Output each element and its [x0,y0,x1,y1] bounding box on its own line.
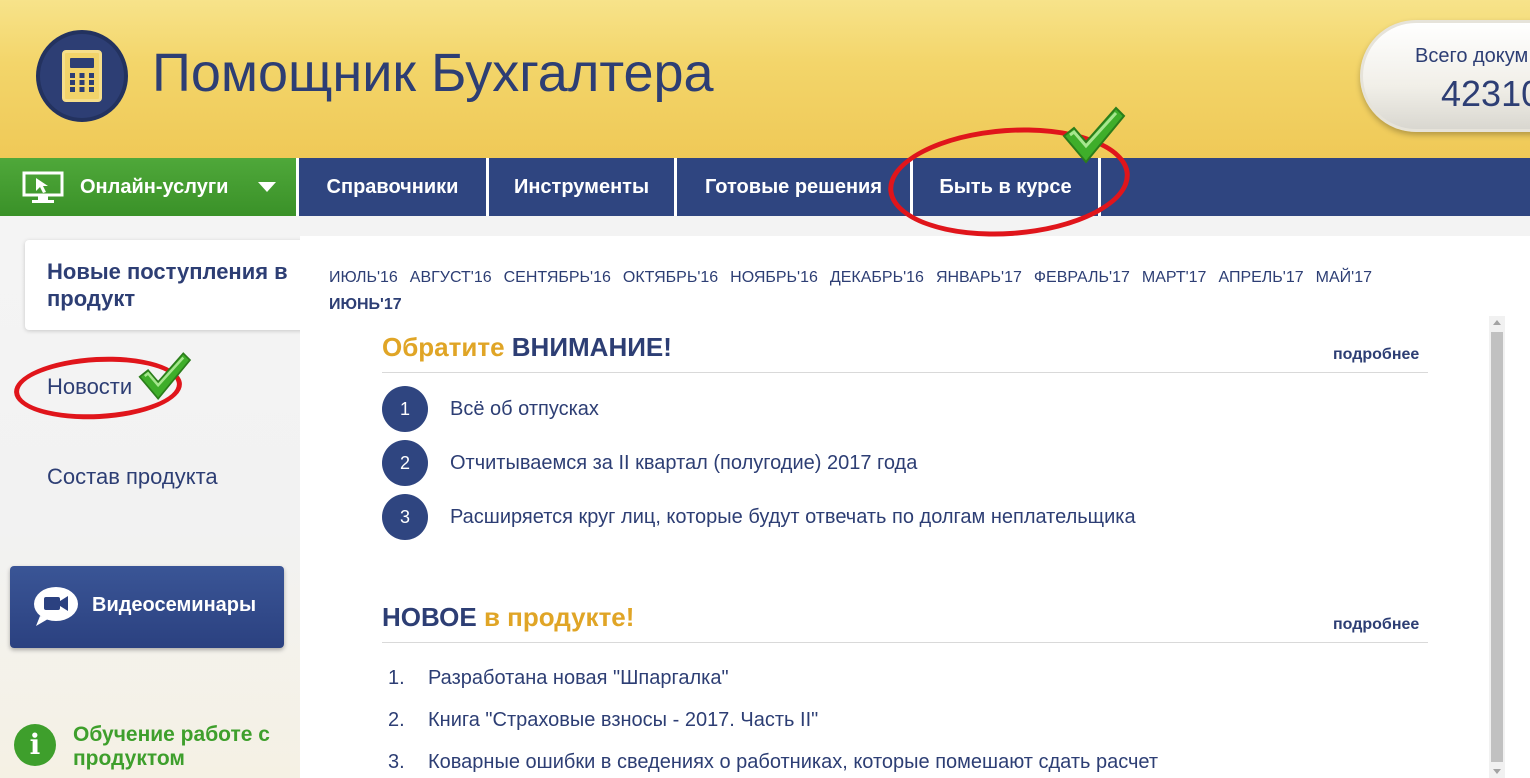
month-tab[interactable]: ФЕВРАЛЬ'17 [1034,264,1130,291]
month-tabs: ИЮЛЬ'16 АВГУСТ'16 СЕНТЯБРЬ'16 ОКТЯБРЬ'16 НОЯ… [329,264,1429,318]
new-item-link[interactable]: Коварные ошибки в сведениях о работниках… [428,751,1158,774]
sidebar-item-new-arrivals[interactable]: Новые поступления в продукт [25,240,305,330]
new-more-link[interactable]: подробнее [1333,616,1419,634]
month-tab[interactable]: ДЕКАБРЬ'16 [830,264,924,291]
number-badge: 3 [382,494,428,540]
new-item-link[interactable]: Разработана новая "Шпаргалка" [428,667,729,690]
document-counter: Всего докум 42310 [1360,20,1530,132]
divider [382,642,1428,643]
calculator-logo-icon[interactable] [36,30,128,122]
month-tab[interactable]: МАЙ'17 [1316,264,1372,291]
new-title-part1: НОВОЕ [382,602,477,632]
attention-item-link[interactable]: Расширяется круг лиц, которые будут отве… [450,506,1136,529]
month-tab[interactable]: ИЮЛЬ'16 [329,264,398,291]
list-number: 1. [388,667,405,689]
attention-more-link[interactable]: подробнее [1333,346,1419,364]
attention-title-part1: Обратите [382,332,505,362]
nav-online-services[interactable]: Онлайн-услуги [0,158,299,216]
attention-item-link[interactable]: Всё об отпусках [450,398,599,421]
sidebar-item-news[interactable]: Новости [47,374,132,400]
nav-ready-solutions[interactable]: Готовые решения [677,158,913,216]
month-tab[interactable]: ОКТЯБРЬ'16 [623,264,718,291]
learning-link[interactable]: Обучение работе с продуктом [73,723,293,771]
nav-stay-informed[interactable]: Быть в курсе [913,158,1101,216]
list-number: 3. [388,751,405,773]
sidebar-item-label: Новые поступления в продукт [47,259,288,311]
scroll-up-arrow-icon[interactable] [1493,320,1501,325]
counter-value: 42310 [1441,73,1530,114]
monitor-cursor-icon [22,171,64,203]
header: Помощник Бухгалтера Всего докум 42310 [0,0,1530,158]
month-tab[interactable]: НОЯБРЬ'16 [730,264,818,291]
video-seminars-button[interactable]: Видеосеминары [10,566,284,648]
sidebar-item-composition[interactable]: Состав продукта [47,464,218,490]
attention-title-part2: ВНИМАНИЕ! [511,332,672,362]
chevron-down-icon[interactable] [258,182,276,192]
counter-label: Всего докум [1415,45,1529,67]
info-icon: i [14,724,56,766]
scroll-down-arrow-icon[interactable] [1493,769,1501,774]
nav-tools[interactable]: Инструменты [489,158,677,216]
month-tab[interactable]: АВГУСТ'16 [410,264,492,291]
new-item-link[interactable]: Книга "Страховые взносы - 2017. Часть II… [428,709,818,732]
attention-item-link[interactable]: Отчитываемся за II квартал (полугодие) 2… [450,452,917,475]
sidebar: Новые поступления в продукт Новости Сост… [0,216,305,778]
nav-references[interactable]: Справочники [299,158,489,216]
month-tab[interactable]: ЯНВАРЬ'17 [936,264,1022,291]
number-badge: 1 [382,386,428,432]
nav-online-label: Онлайн-услуги [80,175,229,198]
month-tab[interactable]: МАРТ'17 [1142,264,1207,291]
vertical-scrollbar[interactable] [1489,316,1505,778]
new-title: НОВОЕ в продукте! [382,602,634,633]
brand-title[interactable]: Помощник Бухгалтера [152,42,714,104]
new-title-part2: в продукте! [483,602,635,632]
attention-title: Обратите ВНИМАНИЕ! [382,332,672,363]
divider [382,372,1428,373]
video-seminars-label: Видеосеминары [92,594,257,616]
list-number: 2. [388,709,405,731]
month-tab[interactable]: АПРЕЛЬ'17 [1218,264,1303,291]
scroll-thumb[interactable] [1491,332,1503,762]
month-tab[interactable]: ИЮНЬ'17 [329,291,402,318]
month-tab[interactable]: СЕНТЯБРЬ'16 [504,264,611,291]
number-badge: 2 [382,440,428,486]
main-content: ИЮЛЬ'16 АВГУСТ'16 СЕНТЯБРЬ'16 ОКТЯБРЬ'16 НОЯ… [300,236,1530,778]
video-chat-icon [34,587,78,626]
main-nav: Онлайн-услуги Справочники Инструменты Го… [0,158,1530,216]
